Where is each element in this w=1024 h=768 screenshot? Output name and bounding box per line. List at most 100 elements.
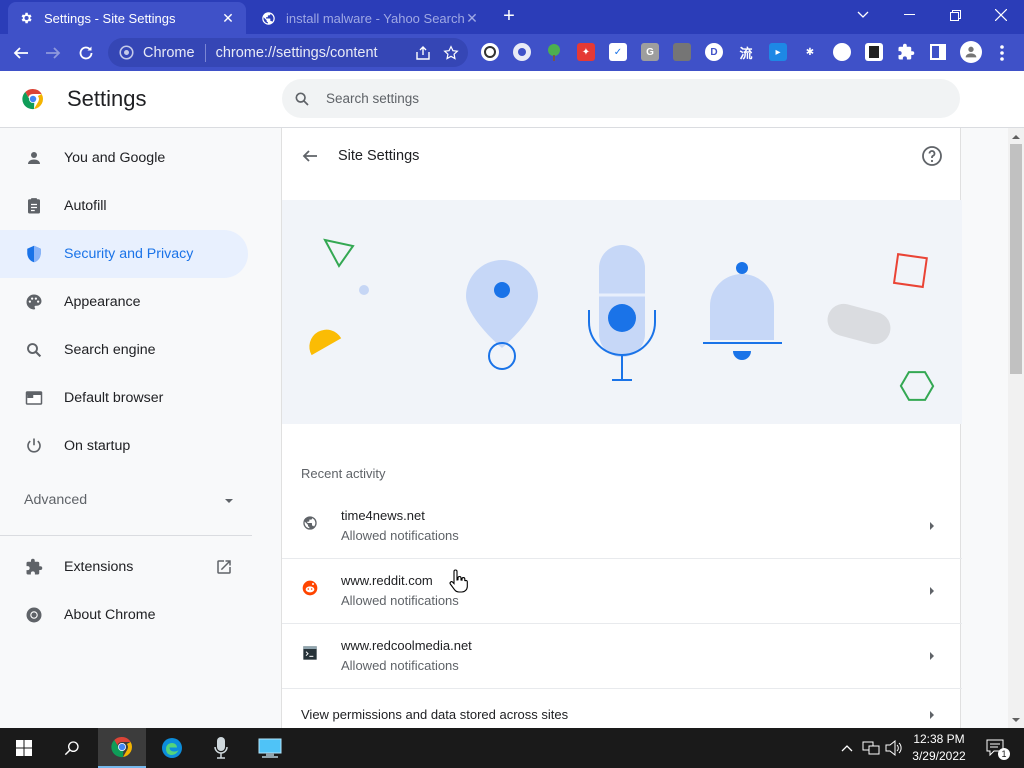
sidebar-item-label: Appearance (64, 294, 141, 310)
address-bar[interactable]: Chrome chrome://settings/content (108, 38, 468, 67)
extension-icon[interactable] (833, 43, 851, 61)
chrome-icon (119, 45, 134, 60)
checkbox-extension-icon[interactable]: ✓ (609, 43, 627, 61)
person-icon (24, 148, 44, 168)
view-permissions-label: View permissions and data stored across … (301, 707, 569, 722)
puzzle-icon[interactable] (897, 43, 915, 61)
close-window-button[interactable] (978, 0, 1024, 30)
extension-icon[interactable]: D (705, 43, 723, 61)
activity-site: www.redcoolmedia.net (341, 638, 472, 653)
activity-detail: Allowed notifications (341, 658, 459, 673)
chevron-right-icon (930, 522, 934, 530)
sidebar-item-extensions[interactable]: Extensions (0, 543, 248, 591)
new-tab-button[interactable]: + (498, 6, 520, 28)
title-bar: Settings - Site Settings ✕ install malwa… (0, 0, 1024, 34)
tree-extension-icon[interactable] (545, 43, 563, 61)
taskbar-network-app-icon[interactable] (246, 728, 294, 768)
restore-button[interactable] (932, 0, 978, 30)
back-button[interactable] (8, 40, 34, 66)
star-icon[interactable] (440, 42, 462, 64)
advanced-label: Advanced (24, 492, 88, 508)
square-shape-icon (892, 253, 928, 289)
activity-row-time4news[interactable]: time4news.net Allowed notifications (282, 494, 962, 559)
activity-row-reddit[interactable]: www.reddit.com Allowed notifications (282, 559, 962, 624)
extension-icon[interactable]: G (641, 43, 659, 61)
sidebar-item-default-browser[interactable]: Default browser (0, 374, 248, 422)
triangle-shape-icon (323, 238, 355, 268)
network-icon[interactable] (862, 738, 880, 758)
tab-title: Settings - Site Settings (44, 10, 176, 26)
notification-center-icon[interactable]: 1 (984, 738, 1010, 760)
globe-icon (260, 10, 276, 26)
share-icon[interactable] (412, 42, 434, 64)
sidebar-item-appearance[interactable]: Appearance (0, 278, 248, 326)
scroll-up-icon[interactable] (1008, 128, 1024, 144)
taskbar-edge-icon[interactable] (148, 728, 196, 768)
tab-yahoo-search[interactable]: install malware - Yahoo Search ✕ (250, 2, 490, 34)
search-settings-box[interactable] (282, 79, 960, 118)
tab-site-settings[interactable]: Settings - Site Settings ✕ (8, 2, 246, 34)
forward-button[interactable] (40, 40, 66, 66)
windows-taskbar: 12:38 PM 3/29/2022 1 (0, 728, 1024, 768)
sidebar-item-autofill[interactable]: Autofill (0, 182, 248, 230)
extension-icon[interactable]: ✦ (577, 43, 595, 61)
gear-icon (18, 10, 34, 26)
extension-icon[interactable] (481, 43, 499, 61)
activity-detail: Allowed notifications (341, 593, 459, 608)
system-clock[interactable]: 12:38 PM 3/29/2022 (905, 731, 973, 765)
sidebar-item-security-and-privacy[interactable]: Security and Privacy (0, 230, 248, 278)
reload-button[interactable] (73, 40, 99, 66)
power-icon (24, 436, 44, 456)
bug-icon[interactable]: ✱ (801, 43, 819, 61)
activity-row-redcoolmedia[interactable]: www.redcoolmedia.net Allowed notificatio… (282, 624, 962, 689)
clock-date: 3/29/2022 (912, 749, 966, 763)
dot-shape-icon (359, 285, 369, 295)
bookmark-extension-icon[interactable] (865, 43, 883, 61)
taskbar-chrome-icon[interactable] (98, 728, 146, 768)
back-arrow-icon[interactable] (298, 144, 322, 168)
close-icon[interactable]: ✕ (220, 10, 236, 26)
more-menu-icon[interactable] (992, 40, 1012, 66)
hexagon-shape-icon (899, 371, 935, 401)
sidebar-item-search-engine[interactable]: Search engine (0, 326, 248, 374)
sidebar-item-label: You and Google (64, 150, 166, 166)
scroll-thumb[interactable] (1010, 144, 1022, 374)
extension-icon[interactable]: 流 (737, 43, 755, 61)
site-chip[interactable]: Chrome (119, 43, 206, 62)
extension-icon[interactable] (513, 43, 531, 61)
page-scrollbar[interactable] (1008, 128, 1024, 728)
volume-icon[interactable] (885, 738, 903, 758)
taskbar-microphone-icon[interactable] (197, 728, 245, 768)
profile-avatar[interactable] (960, 41, 982, 63)
sidebar-item-about-chrome[interactable]: About Chrome (0, 591, 248, 639)
notification-count-badge: 1 (998, 748, 1010, 760)
sidebar-item-label: Autofill (64, 198, 107, 214)
shield-icon (24, 244, 44, 264)
extension-icon[interactable] (673, 43, 691, 61)
url-text[interactable]: chrome://settings/content (216, 45, 412, 61)
windows-start-icon[interactable] (0, 728, 48, 768)
chevron-down-icon[interactable] (840, 0, 886, 30)
search-input[interactable] (326, 91, 886, 106)
side-panel-icon[interactable] (929, 43, 947, 61)
taskbar-search-icon[interactable] (48, 728, 96, 768)
browser-toolbar: Chrome chrome://settings/content ✦ ✓ G D… (0, 34, 1024, 71)
sidebar-item-you-and-google[interactable]: You and Google (0, 134, 248, 182)
chevron-right-icon (930, 652, 934, 660)
advanced-toggle[interactable]: Advanced (24, 492, 234, 508)
extension-icon[interactable]: ▸ (769, 43, 787, 61)
site-settings-card: Site Settings Recent activity time4news.… (281, 128, 962, 728)
scroll-down-icon[interactable] (1008, 712, 1024, 728)
browser-window-icon (24, 388, 44, 408)
sidebar-divider (0, 535, 252, 536)
search-icon (24, 340, 44, 360)
sidebar-item-label: About Chrome (64, 607, 156, 623)
sidebar-item-on-startup[interactable]: On startup (0, 422, 248, 470)
minimize-button[interactable] (886, 0, 932, 30)
close-icon[interactable]: ✕ (464, 10, 480, 26)
help-icon[interactable] (920, 144, 944, 168)
sidebar-item-label: Default browser (64, 390, 164, 406)
clock-time: 12:38 PM (913, 732, 965, 746)
chevron-up-icon[interactable] (838, 738, 856, 758)
pill-shape-icon (827, 303, 891, 345)
